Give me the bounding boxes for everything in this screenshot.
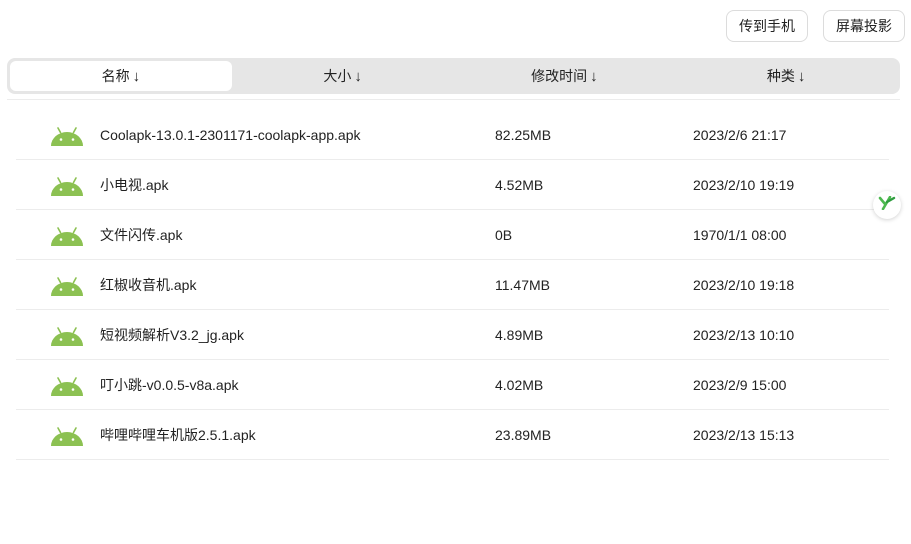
android-icon [50,224,84,246]
y-logo-icon [878,195,896,215]
file-date: 2023/2/6 21:17 [693,126,787,143]
file-row[interactable]: Coolapk-13.0.1-2301171-coolapk-app.apk 8… [16,110,889,160]
header-divider [7,99,900,100]
file-list: Coolapk-13.0.1-2301171-coolapk-app.apk 8… [16,110,889,460]
file-size: 4.89MB [495,326,544,343]
android-icon [50,174,84,196]
file-name: 哔哩哔哩车机版2.5.1.apk [100,426,256,443]
sort-tab-label: 修改时间 [531,68,588,84]
file-row[interactable]: 红椒收音机.apk 11.47MB 2023/2/10 19:18 [16,260,889,310]
sort-tab-size[interactable]: 大小 ↓ [232,61,454,91]
file-name: Coolapk-13.0.1-2301171-coolapk-app.apk [100,126,361,143]
android-icon [50,124,84,146]
android-icon [50,274,84,296]
file-date: 2023/2/13 10:10 [693,326,795,343]
file-date: 2023/2/10 19:19 [693,176,795,193]
file-date: 2023/2/9 15:00 [693,376,787,393]
file-size: 23.89MB [495,426,552,443]
sort-arrow-icon: ↓ [132,67,141,85]
sort-tab-label: 种类 [766,68,795,84]
sort-bar: 名称 ↓ 大小 ↓ 修改时间 ↓ 种类 ↓ [7,58,900,94]
file-size: 0B [495,226,513,243]
file-date: 2023/2/10 19:18 [693,276,795,293]
file-name: 短视频解析V3.2_jg.apk [100,326,244,343]
sort-arrow-icon: ↓ [590,67,598,85]
sort-arrow-icon: ↓ [797,67,806,85]
sort-tab-modified-time[interactable]: 修改时间 ↓ [454,61,676,91]
sort-tab-label: 名称 [101,68,130,84]
sort-tab-name[interactable]: 名称 ↓ [10,61,232,91]
floating-assistant-button[interactable] [873,191,901,219]
file-size: 4.02MB [495,376,544,393]
file-size: 4.52MB [495,176,544,193]
top-actions: 传到手机 屏幕投影 [726,10,905,42]
send-to-phone-button[interactable]: 传到手机 [726,10,808,42]
file-date: 1970/1/1 08:00 [693,226,787,243]
android-icon [50,324,84,346]
file-name: 小电视.apk [100,176,169,193]
file-name: 文件闪传.apk [100,226,183,243]
screen-cast-button[interactable]: 屏幕投影 [823,10,905,42]
file-row[interactable]: 叮小跳-v0.0.5-v8a.apk 4.02MB 2023/2/9 15:00 [16,360,889,410]
file-row[interactable]: 短视频解析V3.2_jg.apk 4.89MB 2023/2/13 10:10 [16,310,889,360]
android-icon [50,374,84,396]
android-icon [50,424,84,446]
file-row[interactable]: 文件闪传.apk 0B 1970/1/1 08:00 [16,210,889,260]
file-date: 2023/2/13 15:13 [693,426,795,443]
file-row[interactable]: 小电视.apk 4.52MB 2023/2/10 19:19 [16,160,889,210]
file-name: 红椒收音机.apk [100,276,197,293]
file-size: 11.47MB [495,276,550,293]
sort-arrow-icon: ↓ [354,67,362,85]
sort-tab-kind[interactable]: 种类 ↓ [675,61,897,91]
file-name: 叮小跳-v0.0.5-v8a.apk [100,376,239,393]
sort-tab-label: 大小 [323,68,352,84]
file-row[interactable]: 哔哩哔哩车机版2.5.1.apk 23.89MB 2023/2/13 15:13 [16,410,889,460]
file-size: 82.25MB [495,126,552,143]
